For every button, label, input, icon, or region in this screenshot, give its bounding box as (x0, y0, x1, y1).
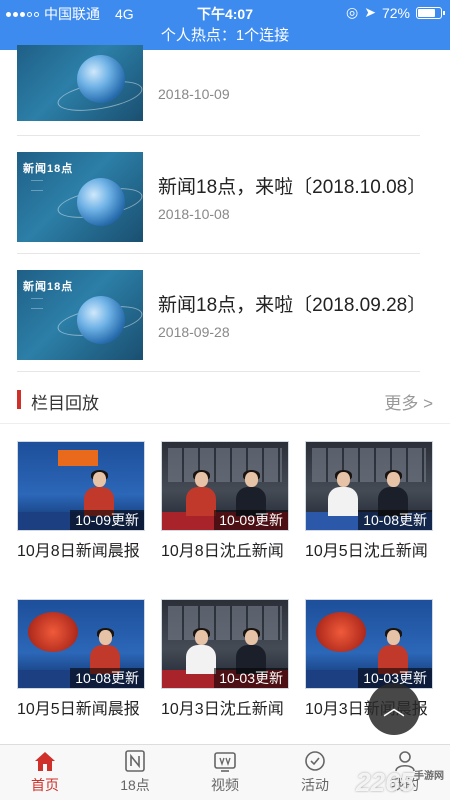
update-badge: 10-08更新 (70, 668, 144, 688)
news-date: 2018-10-09 (158, 86, 230, 102)
tab-home[interactable]: 首页 (0, 745, 90, 800)
video-thumbnail: 10-09更新 (17, 441, 145, 531)
update-badge: 10-09更新 (70, 510, 144, 530)
tab-video[interactable]: 视频 (180, 745, 270, 800)
video-thumbnail: 10-08更新 (17, 599, 145, 689)
news-item[interactable]: 新闻18点 —— —— 新闻18点，来啦〔2018.09.28〕 2018-09-… (17, 254, 426, 372)
update-badge: 10-08更新 (358, 510, 432, 530)
status-right: ◎ ➤ 72% (346, 4, 445, 21)
tab-18dian[interactable]: 18点 (90, 745, 180, 800)
tv-icon (214, 752, 236, 772)
watermark: 2265手游网 (356, 767, 444, 798)
tab-label: 视频 (211, 777, 239, 793)
news-item[interactable]: 2018-10-09 (17, 45, 420, 136)
video-thumbnail: 10-03更新 (305, 599, 433, 689)
news-date: 2018-10-08 (158, 206, 230, 222)
watermark-suffix: 手游网 (414, 771, 444, 782)
news-thumbnail: 新闻18点 —— —— (17, 152, 143, 242)
update-badge: 10-03更新 (214, 668, 288, 688)
news-title: 新闻18点，来啦〔2018.10.08〕 (158, 177, 427, 198)
tab-activity[interactable]: 活动 (270, 745, 360, 800)
section-accent-bar (17, 390, 21, 409)
location-icon: ➤ (364, 4, 376, 20)
video-title: 10月3日沈丘新闻 (161, 701, 284, 718)
chevron-up-icon: ︿ (382, 695, 405, 720)
back-to-top-button[interactable]: ︿ (368, 683, 420, 735)
battery-icon (416, 6, 445, 19)
tab-label: 18点 (120, 777, 150, 793)
update-badge: 10-09更新 (214, 510, 288, 530)
news-title: 新闻18点，来啦〔2018.09.28〕 (158, 295, 427, 316)
news-n-icon (125, 750, 145, 772)
tab-label: 首页 (31, 777, 59, 793)
news-date: 2018-09-28 (158, 324, 230, 340)
watermark-text: 2265 (356, 767, 414, 797)
video-title: 10月8日新闻晨报 (17, 543, 140, 560)
video-title: 10月5日沈丘新闻 (305, 543, 428, 560)
home-icon (35, 752, 55, 771)
video-thumbnail: 10-09更新 (161, 441, 289, 531)
activity-icon (305, 751, 325, 771)
news-thumbnail: 新闻18点 —— —— (17, 270, 143, 360)
thumb-logo: 新闻18点 (23, 163, 74, 175)
video-thumbnail: 10-08更新 (305, 441, 433, 531)
news-item[interactable]: 新闻18点 —— —— 新闻18点，来啦〔2018.10.08〕 2018-10-… (17, 136, 426, 254)
battery-percent: 72% (381, 4, 410, 21)
section-header: 栏目回放 更多 > (0, 380, 450, 424)
thumb-logo: 新闻18点 (23, 281, 74, 293)
status-bar: 中国联通 4G 下午4:07 ◎ ➤ 72% (0, 0, 450, 26)
section-title: 栏目回放 (31, 394, 99, 413)
news-thumbnail (17, 45, 143, 121)
video-title: 10月5日新闻晨报 (17, 701, 140, 718)
video-thumbnail: 10-03更新 (161, 599, 289, 689)
video-title: 10月8日沈丘新闻 (161, 543, 284, 560)
more-link[interactable]: 更多 > (384, 389, 433, 414)
lock-rotation-icon: ◎ (346, 4, 359, 20)
tab-label: 活动 (301, 777, 329, 793)
